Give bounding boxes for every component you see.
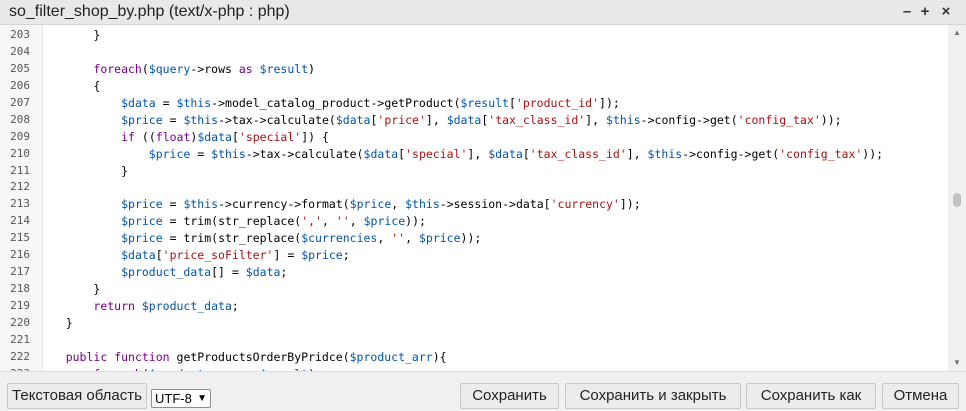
line-number: 203	[10, 28, 30, 41]
code-line[interactable]: 208 $price = $this->tax->calculate($data…	[0, 112, 948, 129]
code-editor[interactable]: 203 } 204 205 foreach($query->rows as $res…	[0, 25, 966, 371]
line-number: 217	[10, 265, 30, 279]
line-number: 215	[10, 231, 30, 245]
code-line[interactable]: 204	[0, 44, 948, 61]
code-line[interactable]: 205 foreach($query->rows as $result)	[0, 61, 948, 78]
line-number: 213	[10, 197, 30, 211]
line-number: 221	[10, 332, 30, 346]
line-number: 212	[10, 180, 30, 194]
window-title: so_filter_shop_by.php (text/x-php : php)	[9, 3, 290, 20]
code-line[interactable]: 212	[0, 179, 948, 196]
line-number: 205	[10, 61, 30, 75]
code-line[interactable]: 207 $data = $this->model_catalog_product…	[0, 95, 948, 112]
code-line[interactable]: 211 }	[0, 163, 948, 180]
code-line[interactable]: 222 public function getProductsOrderByPr…	[0, 349, 948, 366]
code-line[interactable]: 216 $data['price_soFilter'] = $price;	[0, 247, 948, 264]
line-number: 211	[10, 163, 30, 177]
code-text: {	[93, 78, 101, 93]
line-number: 207	[10, 95, 30, 109]
code-line[interactable]: 209 if ((float)$data['special']) {	[0, 129, 948, 146]
save-as-button[interactable]: Сохранить как	[746, 383, 876, 409]
title-bar: so_filter_shop_by.php (text/x-php : php)…	[0, 0, 966, 25]
line-number: 214	[10, 214, 30, 228]
code-text: }	[121, 163, 129, 178]
code-line[interactable]: 220 }	[0, 315, 948, 332]
scroll-up-icon[interactable]: ▲	[948, 26, 966, 40]
line-number: 210	[10, 146, 30, 160]
line-number: 222	[10, 349, 30, 363]
code-text: if ((float)$data['special']) {	[121, 129, 329, 144]
line-number: 219	[10, 299, 30, 312]
code-text: return $product_data;	[93, 299, 239, 313]
code-line[interactable]: 203 }	[0, 27, 948, 44]
save-and-close-button[interactable]: Сохранить и закрыть	[565, 383, 741, 409]
line-number: 206	[10, 78, 30, 92]
textarea-mode-button[interactable]: Текстовая область	[7, 383, 147, 409]
code-text: }	[93, 282, 101, 297]
code-text: foreach($query->rows as $result)	[93, 61, 316, 76]
code-text: $data['price_soFilter'] = $price;	[121, 248, 350, 263]
scrollbar-thumb[interactable]	[953, 193, 961, 207]
line-number: 204	[10, 44, 30, 58]
code-text: $price = $this->currency->format($price,…	[121, 197, 641, 212]
code-text: $price = trim(str_replace(',', '', $pric…	[121, 214, 426, 229]
encoding-value: UTF-8	[155, 391, 192, 406]
code-line[interactable]: 217 $product_data[] = $data;	[0, 264, 948, 281]
line-number: 216	[10, 248, 30, 262]
line-number: 209	[10, 129, 30, 143]
line-number: 220	[10, 315, 30, 329]
line-number: 218	[10, 282, 30, 296]
code-text: $price = trim(str_replace($currencies, '…	[121, 231, 482, 246]
maximize-icon[interactable]: +	[916, 2, 934, 22]
code-text: $data = $this->model_catalog_product->ge…	[121, 95, 620, 110]
code-line[interactable]: 221	[0, 332, 948, 349]
code-line[interactable]: 215 $price = trim(str_replace($currencie…	[0, 230, 948, 247]
footer-toolbar: Текстовая область UTF-8 ▼ Сохранить Сохр…	[0, 371, 966, 411]
code-line[interactable]: 210 $price = $this->tax->calculate($data…	[0, 146, 948, 163]
code-text: public function getProductsOrderByPridce…	[65, 349, 447, 364]
code-lines: 203 } 204 205 foreach($query->rows as $res…	[0, 27, 948, 371]
code-line[interactable]: 214 $price = trim(str_replace(',', '', $…	[0, 213, 948, 230]
encoding-select[interactable]: UTF-8 ▼	[151, 389, 211, 408]
scroll-down-icon[interactable]: ▼	[948, 356, 966, 370]
save-button[interactable]: Сохранить	[460, 383, 559, 409]
code-line[interactable]: 218 }	[0, 281, 948, 298]
code-text: $product_data[] = $data;	[121, 265, 288, 280]
code-text: }	[65, 315, 73, 330]
code-text: }	[93, 28, 101, 42]
chevron-down-icon: ▼	[197, 393, 207, 404]
code-text: $price = $this->tax->calculate($data['pr…	[121, 112, 842, 127]
line-number: 208	[10, 112, 30, 126]
minimize-icon[interactable]: –	[898, 2, 916, 22]
cancel-button[interactable]: Отмена	[882, 383, 959, 409]
code-line[interactable]: 213 $price = $this->currency->format($pr…	[0, 196, 948, 213]
close-icon[interactable]: ×	[937, 2, 955, 22]
code-text: $price = $this->tax->calculate($data['sp…	[148, 146, 884, 161]
code-line[interactable]: 206 {	[0, 78, 948, 95]
vertical-scrollbar[interactable]: ▲ ▼	[948, 25, 966, 371]
code-line[interactable]: 219 return $product_data;	[0, 298, 948, 315]
